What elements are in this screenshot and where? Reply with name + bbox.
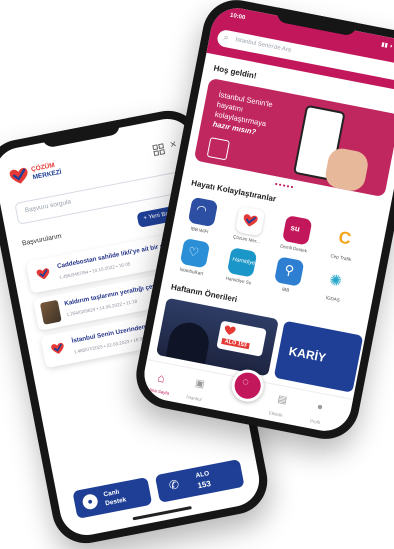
profile-icon[interactable]: ● xyxy=(316,401,324,413)
quick-action-cozum[interactable] xyxy=(234,205,266,237)
mosque-silhouette xyxy=(165,319,213,365)
c-icon: C xyxy=(336,227,353,249)
scan-icon: ◌ xyxy=(241,375,250,389)
quick-action-label: Demli Destek xyxy=(279,243,308,254)
quick-action-ibb[interactable]: ⚲ xyxy=(273,256,305,287)
heart-check-icon xyxy=(243,214,258,227)
quick-action-label: İstanbulkart xyxy=(179,266,204,277)
heart-icon: ♡ xyxy=(186,244,201,260)
suggestion-card-2[interactable]: KARİY xyxy=(273,320,364,393)
greeting: Hoş geldin! xyxy=(212,63,258,81)
photo-thumb xyxy=(39,299,62,325)
search-icon[interactable]: ⌕ xyxy=(223,32,230,44)
nav-home-label[interactable]: Ana Sayfa xyxy=(149,387,170,396)
su-icon: su xyxy=(289,223,301,234)
status-time: 10:00 xyxy=(229,12,246,22)
hand-illustration xyxy=(323,146,371,194)
alo-line2: 153 xyxy=(196,478,212,491)
suggestion-card-2-text: KARİY xyxy=(287,344,328,365)
quick-action-label: Hamidiye Su xyxy=(225,275,252,286)
phone-icon: ✆ xyxy=(167,477,181,493)
quick-action-label: Cep Trafik xyxy=(330,253,352,263)
promo-banner[interactable]: İstanbul Senin'le hayatını kolaylaştırma… xyxy=(193,77,394,198)
gear-flower-icon: ✺ xyxy=(327,271,344,291)
front-phone-screen: 10:00 ▮▮ ◗ ⌕ İstanbul Senin'de Ara Hoş g… xyxy=(139,3,394,436)
event-icon[interactable]: ▤ xyxy=(277,394,288,407)
status-icons: ▮▮ ◗ xyxy=(380,41,394,51)
istanbul-senin-logo xyxy=(206,137,231,161)
paperclip-icon: ⚲ xyxy=(283,261,296,279)
live-support-line2: Destek xyxy=(104,496,127,508)
close-icon[interactable]: × xyxy=(169,138,178,151)
nav-event-label[interactable]: Etkinlik xyxy=(268,410,283,418)
live-support-button[interactable]: ● Canlı Destek xyxy=(72,476,153,519)
heart-check-icon xyxy=(36,268,50,280)
istanbul-icon[interactable]: ▣ xyxy=(194,378,205,391)
chat-icon: ● xyxy=(81,492,99,511)
quick-action-igdas[interactable]: ✺ xyxy=(321,265,352,296)
quick-action-wifi[interactable]: ◠ xyxy=(187,196,219,228)
quick-action-destek[interactable]: su xyxy=(281,215,313,246)
suggest-badge: ALO 153 xyxy=(216,320,267,357)
grid-icon[interactable] xyxy=(152,142,166,157)
quick-action-trafik[interactable]: C xyxy=(329,224,360,255)
nav-istanbul-label[interactable]: İstanbul xyxy=(186,394,202,402)
alo-line1: ALO xyxy=(195,470,210,480)
hamidiye-icon: Hamidiye xyxy=(231,256,256,267)
wifi-icon: ◠ xyxy=(195,201,209,218)
front-phone: 10:00 ▮▮ ◗ ⌕ İstanbul Senin'de Ara Hoş g… xyxy=(130,0,394,445)
nav-profile-label[interactable]: Profil xyxy=(310,418,321,425)
section-title: Başvurularım xyxy=(21,232,63,248)
quick-action-hamidiye[interactable]: Hamidiye xyxy=(226,247,258,278)
search-placeholder: İstanbul Senin'de Ara xyxy=(234,37,292,54)
suggest-badge-text: ALO 153 xyxy=(221,337,251,350)
quick-action-label: İBB xyxy=(281,286,290,293)
alo-153-button[interactable]: ✆ ALO 153 xyxy=(154,459,245,503)
home-icon[interactable]: ⌂ xyxy=(156,370,166,385)
cozum-merkezi-logo xyxy=(9,167,28,184)
quick-action-label: İGDAŞ xyxy=(325,295,341,303)
heart-check-icon xyxy=(51,342,64,354)
quick-action-label: Çözüm Mer... xyxy=(232,234,261,245)
carousel-dots: ●●●●● xyxy=(274,181,295,191)
heart-check-icon xyxy=(224,325,236,335)
quick-action-istanbulkart[interactable]: ♡ xyxy=(179,237,211,269)
search-placeholder: Başvuru sorgula xyxy=(24,198,72,215)
home-indicator xyxy=(132,506,192,521)
quick-action-label: İBB WiFi xyxy=(190,225,209,235)
